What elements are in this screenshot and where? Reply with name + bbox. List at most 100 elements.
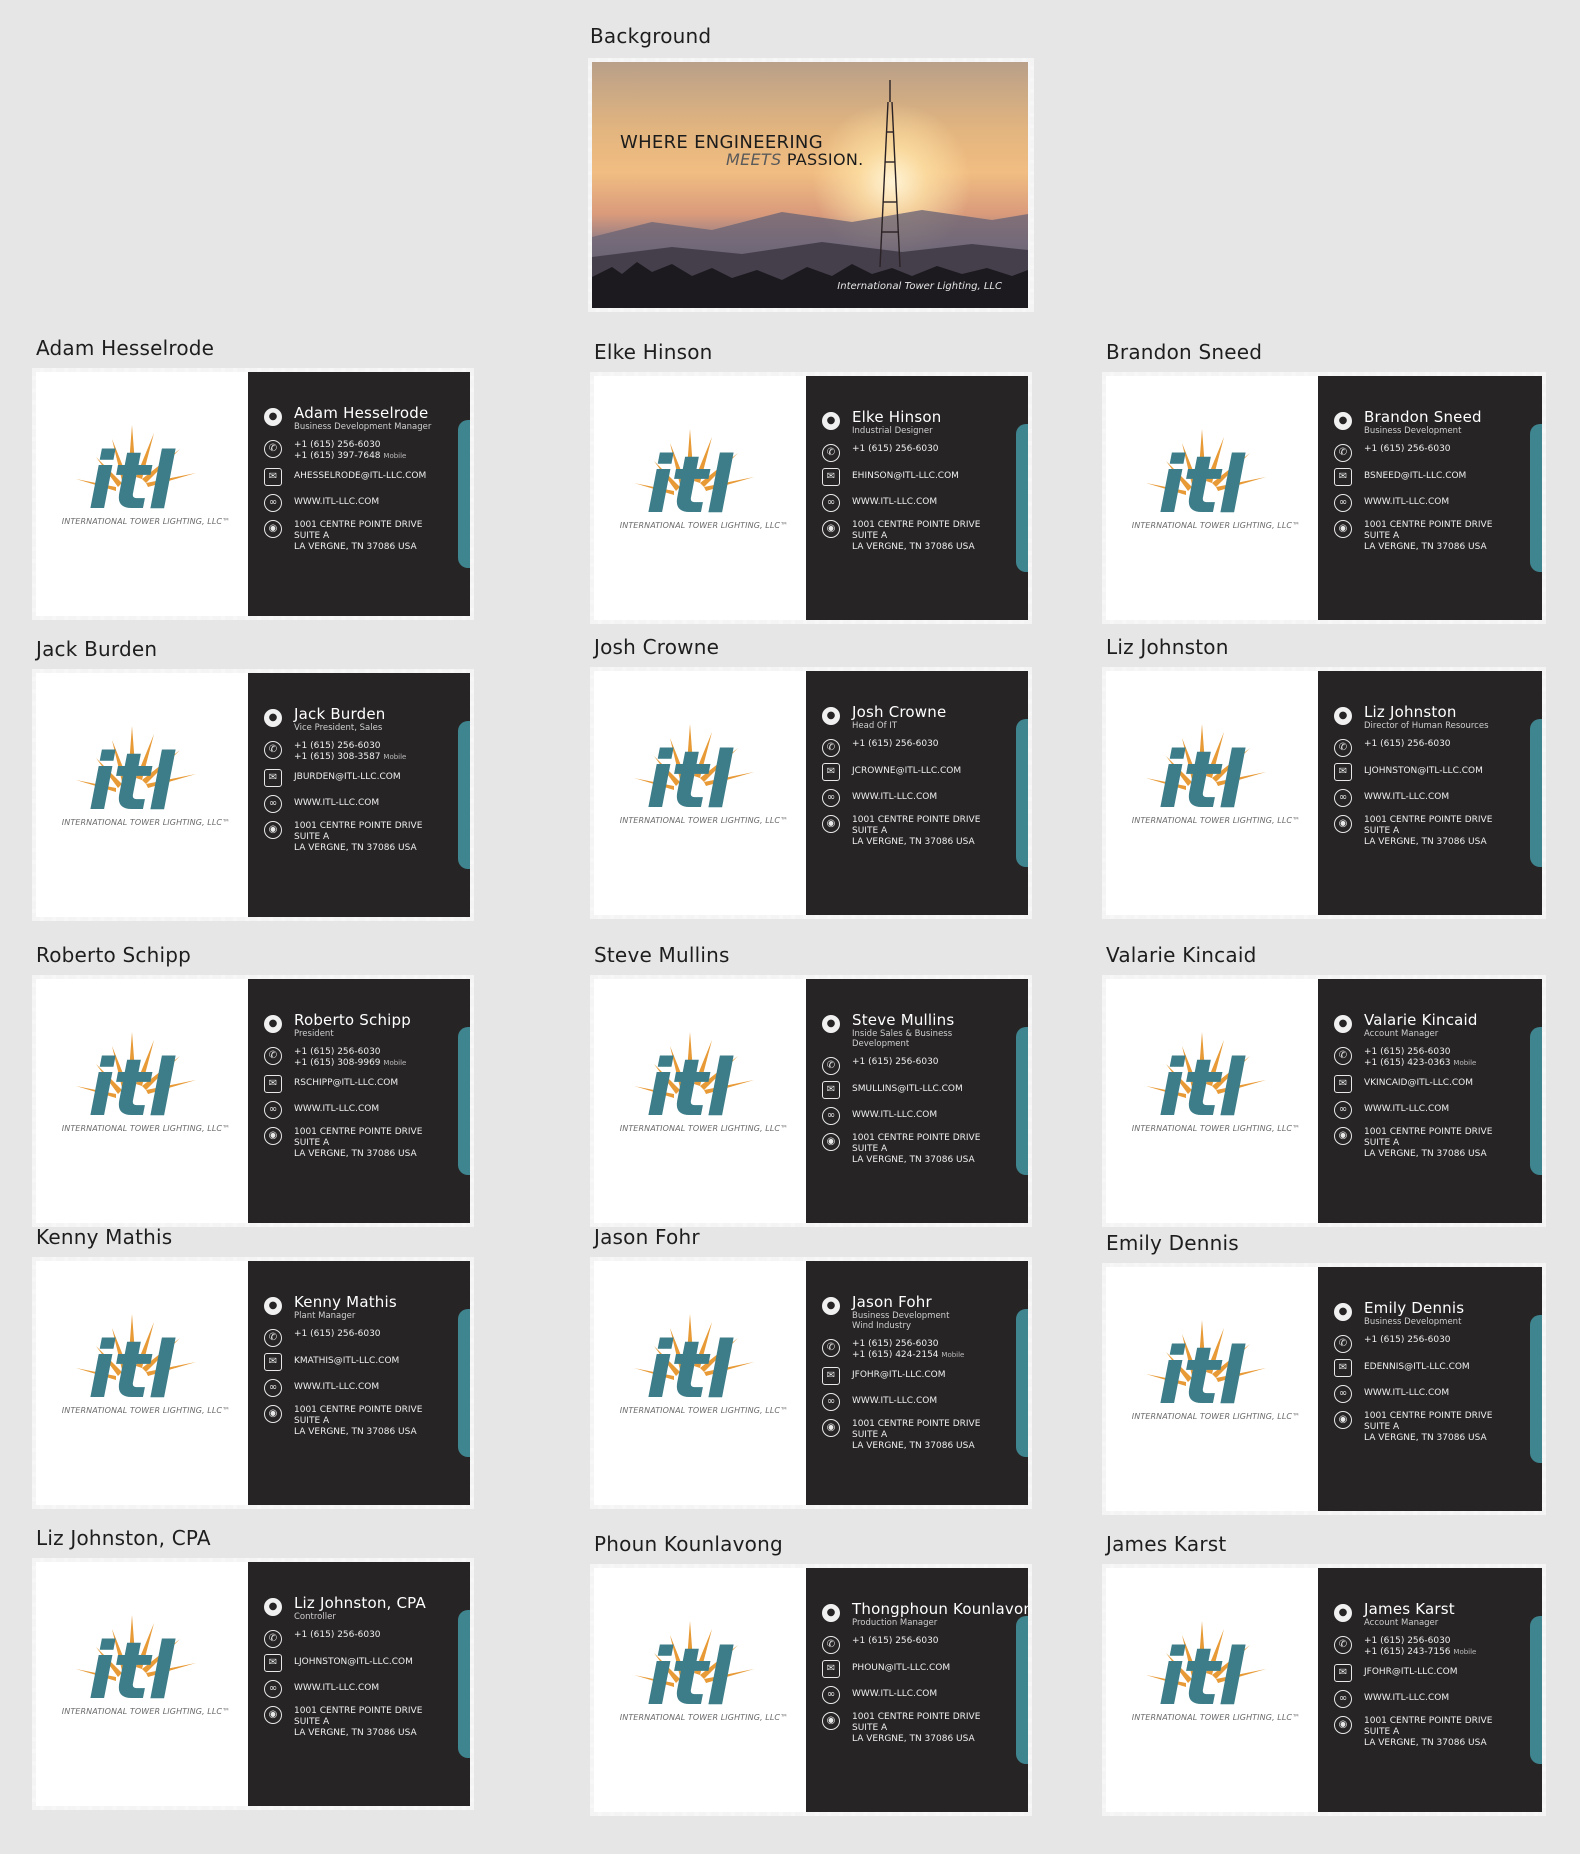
address-line1: 1001 CENTRE POINTE DRIVE — [852, 815, 981, 825]
itl-wordmark: itl — [646, 1633, 733, 1723]
accent-tab — [458, 1309, 470, 1457]
artboard-label-7[interactable]: Roberto Schipp — [36, 943, 191, 967]
artboard-label-background[interactable]: Background — [590, 24, 711, 48]
artboard-label-5[interactable]: Josh Crowne — [594, 635, 719, 659]
phone-icon: ✆ — [822, 1339, 840, 1357]
person-icon: ● — [1334, 1303, 1352, 1321]
address-line1: 1001 CENTRE POINTE DRIVE — [852, 1712, 981, 1722]
location-pin-icon: ◉ — [822, 815, 840, 833]
location-pin-icon: ◉ — [822, 1133, 840, 1151]
person-name: James Karst — [1364, 1600, 1455, 1618]
address-line3: LA VERGNE, TN 37086 USA — [294, 542, 417, 552]
artboard-label-13[interactable]: Liz Johnston, CPA — [36, 1526, 211, 1550]
email-address: JCROWNE@ITL-LLC.COM — [852, 766, 962, 776]
company-tagline: INTERNATIONAL TOWER LIGHTING, LLC™ — [619, 816, 789, 825]
company-tagline: INTERNATIONAL TOWER LIGHTING, LLC™ — [1131, 1412, 1301, 1421]
artboard-label-2[interactable]: Elke Hinson — [594, 340, 713, 364]
link-icon: ∞ — [264, 494, 282, 512]
person-title: Head Of IT — [852, 721, 1010, 731]
phone-icon: ✆ — [1334, 444, 1352, 462]
itl-wordmark: itl — [1158, 1332, 1245, 1422]
artboard-label-6[interactable]: Liz Johnston — [1106, 635, 1229, 659]
phone-block: +1 (615) 256-6030 — [852, 739, 1010, 750]
address-line3: LA VERGNE, TN 37086 USA — [852, 1155, 975, 1165]
website: WWW.ITL-LLC.COM — [852, 792, 938, 802]
artboard-label-10[interactable]: Kenny Mathis — [36, 1225, 172, 1249]
address-line2: SUITE A — [1364, 826, 1400, 836]
link-icon: ∞ — [264, 1101, 282, 1119]
card-logo-side: itl INTERNATIONAL TOWER LIGHTING, LLC™ — [594, 979, 806, 1223]
artboard-label-14[interactable]: Phoun Kounlavong — [594, 1532, 783, 1556]
itl-wordmark: itl — [88, 1627, 175, 1717]
card-logo-side: itl INTERNATIONAL TOWER LIGHTING, LLC™ — [1106, 376, 1318, 620]
address-line2: SUITE A — [852, 826, 888, 836]
title-line: Plant Manager — [294, 1311, 356, 1321]
phone-block: +1 (615) 256-6030 — [852, 444, 1010, 455]
person-icon: ● — [822, 707, 840, 725]
phone-icon: ✆ — [264, 741, 282, 759]
office-phone: +1 (615) 256-6030 — [294, 1047, 381, 1057]
website: WWW.ITL-LLC.COM — [852, 497, 938, 507]
title-line: Controller — [294, 1612, 336, 1622]
artboard-label-3[interactable]: Brandon Sneed — [1106, 340, 1262, 364]
phone-block: +1 (615) 256-6030 — [1364, 739, 1524, 750]
person-name: Steve Mullins — [852, 1011, 955, 1029]
envelope-icon: ✉ — [822, 1367, 840, 1385]
accent-tab — [1016, 1309, 1028, 1457]
business-card: itl INTERNATIONAL TOWER LIGHTING, LLC™ ●… — [594, 979, 1028, 1223]
person-name: Thongphoun Kounlavong — [852, 1600, 1028, 1618]
person-name: Brandon Sneed — [1364, 408, 1482, 426]
artboard-label-9[interactable]: Valarie Kincaid — [1106, 943, 1257, 967]
website: WWW.ITL-LLC.COM — [294, 497, 380, 507]
card-logo-side: itl INTERNATIONAL TOWER LIGHTING, LLC™ — [594, 1568, 806, 1812]
email-address: RSCHIPP@ITL-LLC.COM — [294, 1078, 399, 1088]
artboard-label-11[interactable]: Jason Fohr — [594, 1225, 700, 1249]
office-phone: +1 (615) 256-6030 — [294, 440, 381, 450]
business-card: itl INTERNATIONAL TOWER LIGHTING, LLC™ ●… — [1106, 1568, 1542, 1812]
location-pin-icon: ◉ — [264, 1405, 282, 1423]
accent-tab — [458, 420, 470, 568]
itl-logo: itl INTERNATIONAL TOWER LIGHTING, LLC™ — [1126, 1312, 1306, 1422]
address-line1: 1001 CENTRE POINTE DRIVE — [294, 1405, 423, 1415]
card-info-panel: ● Jack Burden Vice President, Sales ✆ +1… — [248, 673, 470, 917]
artboard-label-8[interactable]: Steve Mullins — [594, 943, 730, 967]
address-line3: LA VERGNE, TN 37086 USA — [1364, 1433, 1487, 1443]
name-block: Josh Crowne Head Of IT — [852, 703, 1010, 731]
address-line3: LA VERGNE, TN 37086 USA — [852, 1441, 975, 1451]
address-block: 1001 CENTRE POINTE DRIVE SUITE A LA VERG… — [1364, 1716, 1524, 1749]
address-line1: 1001 CENTRE POINTE DRIVE — [294, 520, 423, 530]
card-info-panel: ● Steve Mullins Inside Sales & Business D… — [806, 979, 1028, 1223]
artboard-label-4[interactable]: Jack Burden — [36, 637, 157, 661]
person-icon: ● — [822, 1297, 840, 1315]
card-logo-side: itl INTERNATIONAL TOWER LIGHTING, LLC™ — [594, 1261, 806, 1505]
name-block: Adam Hesselrode Business Development Man… — [294, 404, 452, 432]
person-icon: ● — [1334, 1604, 1352, 1622]
link-icon: ∞ — [1334, 1101, 1352, 1119]
person-name: Adam Hesselrode — [294, 404, 429, 422]
address-block: 1001 CENTRE POINTE DRIVE SUITE A LA VERG… — [852, 815, 1010, 848]
business-card: itl INTERNATIONAL TOWER LIGHTING, LLC™ ●… — [1106, 979, 1542, 1223]
artboard-label-12[interactable]: Emily Dennis — [1106, 1231, 1239, 1255]
card-info-panel: ● Elke Hinson Industrial Designer ✆ +1 (… — [806, 376, 1028, 620]
accent-tab — [1016, 424, 1028, 572]
itl-wordmark: itl — [88, 1326, 175, 1416]
company-tagline: INTERNATIONAL TOWER LIGHTING, LLC™ — [61, 1124, 231, 1133]
office-phone: +1 (615) 256-6030 — [852, 444, 939, 454]
itl-wordmark: itl — [88, 437, 175, 527]
address-line1: 1001 CENTRE POINTE DRIVE — [852, 1133, 981, 1143]
name-block: Roberto Schipp President — [294, 1011, 452, 1039]
artboard-label-15[interactable]: James Karst — [1106, 1532, 1226, 1556]
itl-wordmark: itl — [646, 1044, 733, 1134]
link-icon: ∞ — [822, 494, 840, 512]
address-block: 1001 CENTRE POINTE DRIVE SUITE A LA VERG… — [1364, 520, 1524, 553]
card-info-panel: ● Liz Johnston, CPA Controller ✆ +1 (615… — [248, 1562, 470, 1806]
person-title: Business Development Wind Industry — [852, 1311, 1010, 1331]
website: WWW.ITL-LLC.COM — [1364, 1104, 1450, 1114]
artboard-label-1[interactable]: Adam Hesselrode — [36, 336, 214, 360]
website: WWW.ITL-LLC.COM — [1364, 497, 1450, 507]
person-title: Account Manager — [1364, 1618, 1524, 1628]
person-name: Elke Hinson — [852, 408, 942, 426]
address-line3: LA VERGNE, TN 37086 USA — [852, 837, 975, 847]
website: WWW.ITL-LLC.COM — [1364, 1693, 1450, 1703]
website: WWW.ITL-LLC.COM — [294, 798, 380, 808]
